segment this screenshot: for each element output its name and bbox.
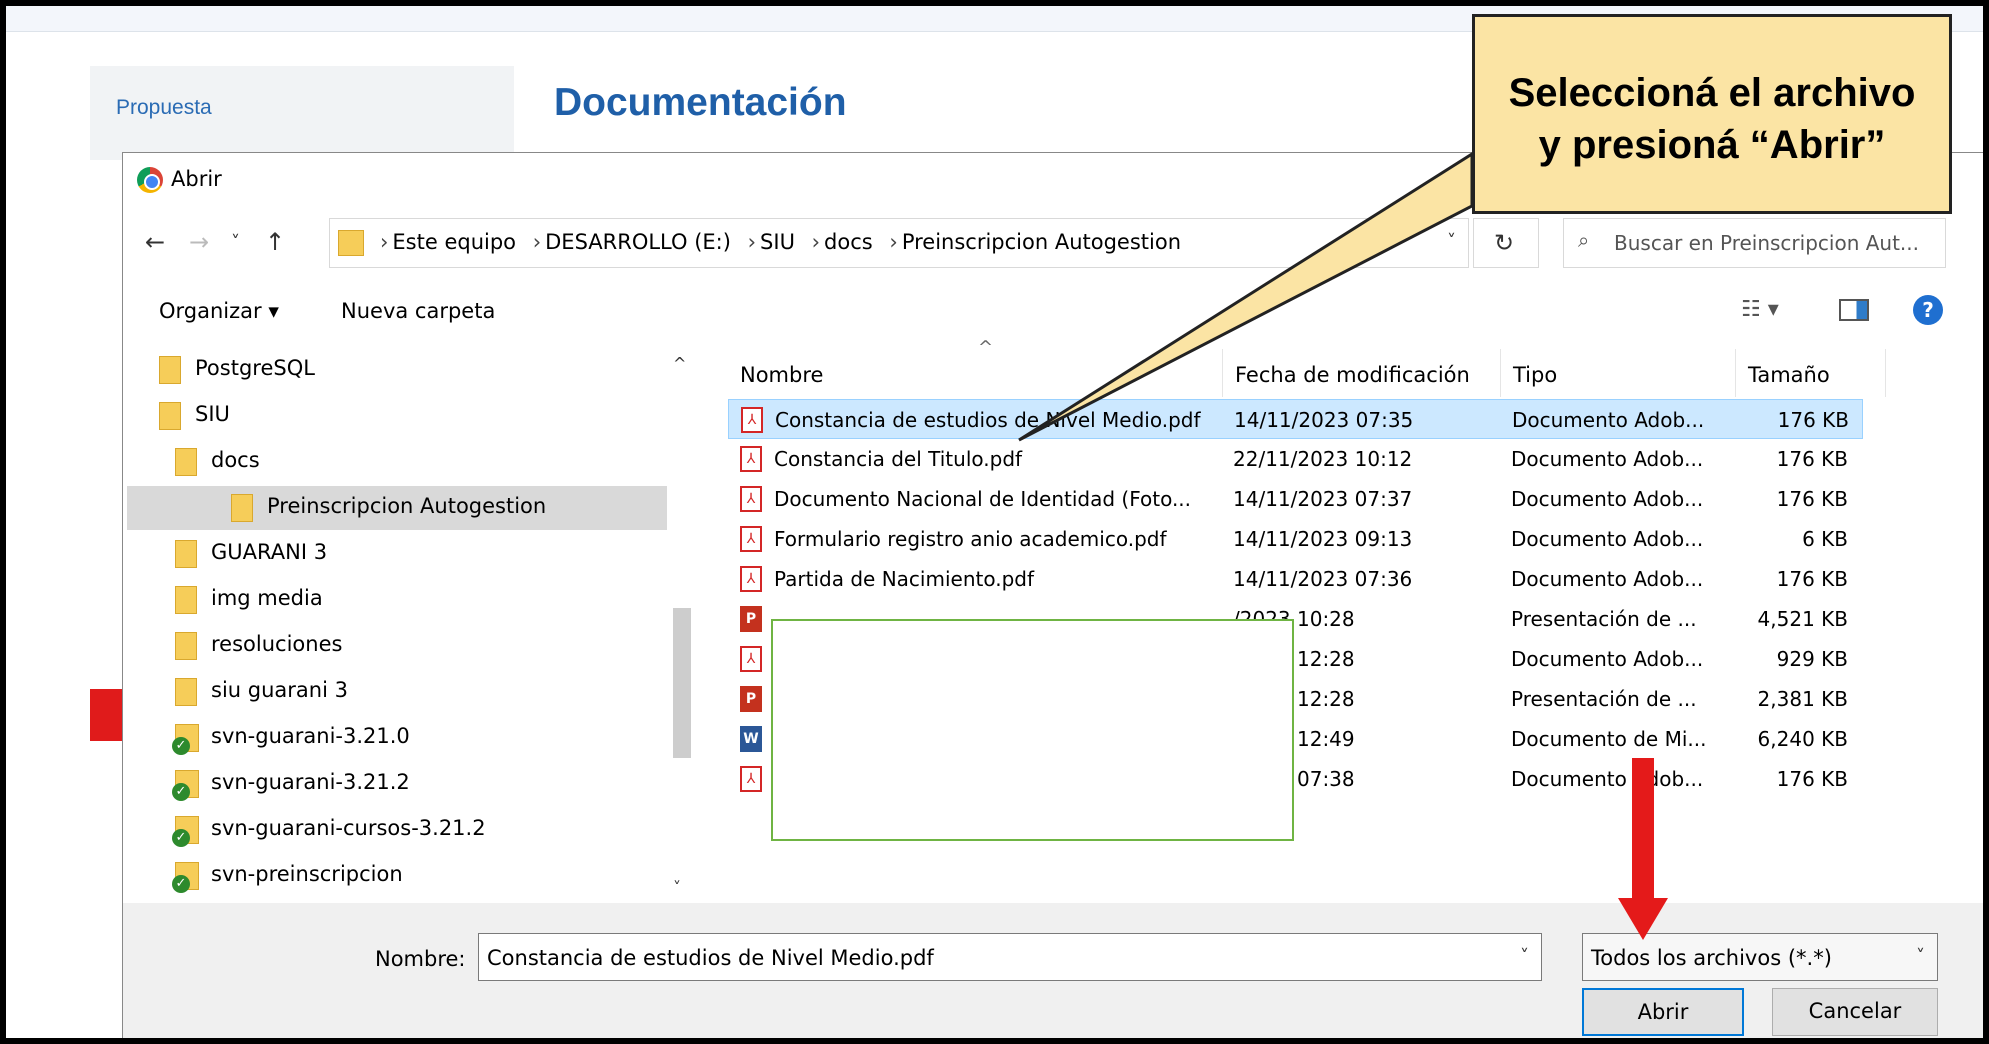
- pdf-icon: ⅄: [741, 407, 763, 433]
- column-header-tipo[interactable]: Tipo: [1501, 349, 1736, 397]
- breadcrumb-desarrollo[interactable]: DESARROLLO (E:): [545, 230, 731, 254]
- search-icon: ⌕: [1578, 228, 1590, 252]
- navigation-row: ← → ˅ ↑ › Este equipo › DESARROLLO (E:) › S…: [123, 218, 1983, 268]
- screenshot-frame: Propuesta Documentación Abrir × ← → ˅ ↑ …: [0, 0, 1989, 1044]
- tree-item-resoluciones[interactable]: resoluciones: [175, 624, 655, 668]
- refresh-button[interactable]: ↻: [1473, 218, 1539, 268]
- folder-icon: [338, 230, 364, 256]
- folder-icon: [175, 448, 197, 476]
- filename-label: Nombre:: [375, 947, 466, 971]
- svn-folder-icon: [172, 862, 199, 893]
- filename-input[interactable]: Constancia de estudios de Nivel Medio.pd…: [478, 933, 1542, 981]
- breadcrumb-docs[interactable]: docs: [824, 230, 873, 254]
- tree-item-svn-guarani-3-21-0[interactable]: svn-guarani-3.21.0: [172, 716, 655, 760]
- tree-item-svn-preinscripcion[interactable]: svn-preinscripcion: [172, 854, 655, 898]
- tree-scrollbar[interactable]: ^ ˅: [667, 348, 697, 903]
- background-red-marker: [90, 689, 122, 741]
- dialog-toolbar: Organizar ▾ Nueva carpeta ☷ ▾ ?: [123, 293, 1983, 333]
- folder-icon: [175, 632, 197, 660]
- folder-icon: [159, 356, 181, 384]
- scrollbar-thumb[interactable]: [673, 608, 691, 758]
- folder-icon: [175, 678, 197, 706]
- view-options-icon[interactable]: ☷ ▾: [1741, 297, 1779, 322]
- powerpoint-icon: P: [740, 686, 762, 712]
- new-folder-button[interactable]: Nueva carpeta: [341, 299, 495, 323]
- folder-icon: [175, 586, 197, 614]
- open-file-dialog: Abrir × ← → ˅ ↑ ›Este equipo ›DESARROLLO…: [122, 152, 1983, 1038]
- tree-item-preinscripcion-autogestion[interactable]: Preinscripcion Autogestion: [127, 486, 667, 530]
- search-placeholder: Buscar en Preinscripcion Aut...: [1614, 231, 1919, 255]
- powerpoint-icon: P: [740, 606, 762, 632]
- folder-icon: [159, 402, 181, 430]
- red-arrow-shaft: [1632, 758, 1654, 901]
- filetype-dropdown-icon[interactable]: ˅: [1916, 946, 1925, 967]
- pdf-icon: ⅄: [740, 646, 762, 672]
- callout-line-2: y presioná “Abrir”: [1538, 123, 1886, 167]
- cancel-button[interactable]: Cancelar: [1772, 988, 1938, 1036]
- search-input[interactable]: ⌕ Buscar en Preinscripcion Aut...: [1563, 218, 1946, 268]
- column-header-fecha[interactable]: Fecha de modificación: [1223, 349, 1501, 397]
- tree-item-svn-guarani-3-21-2[interactable]: svn-guarani-3.21.2: [172, 762, 655, 806]
- dialog-title: Abrir: [171, 167, 222, 191]
- breadcrumb-este-equipo[interactable]: Este equipo: [392, 230, 516, 254]
- tree-item-siu[interactable]: SIU: [159, 394, 659, 438]
- svn-folder-icon: [172, 816, 199, 847]
- svn-folder-icon: [172, 724, 199, 755]
- pdf-icon: ⅄: [740, 486, 762, 512]
- open-button[interactable]: Abrir: [1582, 988, 1744, 1036]
- recent-locations-chevron-icon[interactable]: ˅: [231, 232, 240, 253]
- tree-item-guarani-3[interactable]: GUARANI 3: [175, 532, 655, 576]
- instruction-callout: Seleccioná el archivo y presioná “Abrir”: [1472, 14, 1952, 214]
- pdf-icon: ⅄: [740, 566, 762, 592]
- folder-icon: [231, 494, 253, 522]
- redaction-box: [771, 619, 1294, 841]
- column-header-tamano[interactable]: Tamaño: [1736, 349, 1886, 397]
- refresh-icon: ↻: [1494, 229, 1515, 257]
- dialog-footer: Nombre: Constancia de estudios de Nivel …: [123, 903, 1983, 1038]
- breadcrumb-preinscripcion[interactable]: Preinscripcion Autogestion: [902, 230, 1181, 254]
- tree-item-img-media[interactable]: img media: [175, 578, 655, 622]
- word-icon: W: [740, 726, 762, 752]
- scroll-down-icon[interactable]: ˅: [673, 878, 681, 897]
- filetype-select[interactable]: Todos los archivos (*.*) ˅: [1582, 933, 1938, 981]
- sort-chevron-icon: ^: [978, 337, 994, 358]
- file-row[interactable]: ⅄ Formulario registro anio academico.pdf…: [728, 519, 1863, 559]
- file-row[interactable]: ⅄ Constancia de estudios de Nivel Medio.…: [728, 399, 1863, 439]
- svn-folder-icon: [172, 770, 199, 801]
- chrome-icon: [137, 167, 163, 193]
- background-sidebar-link-propuesta[interactable]: Propuesta: [116, 96, 212, 120]
- pdf-icon: ⅄: [740, 526, 762, 552]
- scroll-up-icon[interactable]: ^: [673, 354, 686, 373]
- address-bar[interactable]: › Este equipo › DESARROLLO (E:) › SIU › docs…: [329, 218, 1469, 268]
- navigation-tree: PostgreSQL SIU docs Preinscripcion Autog…: [123, 348, 698, 903]
- organize-menu-button[interactable]: Organizar ▾: [159, 299, 279, 323]
- filename-dropdown-icon[interactable]: ˅: [1520, 946, 1529, 967]
- callout-line-1: Seleccioná el archivo: [1508, 71, 1916, 115]
- forward-arrow-icon[interactable]: →: [189, 228, 209, 256]
- file-row[interactable]: ⅄ Partida de Nacimiento.pdf 14/11/2023 0…: [728, 559, 1863, 599]
- breadcrumb: › Este equipo › DESARROLLO (E:) › SIU › docs…: [380, 230, 1182, 254]
- file-row[interactable]: ⅄ Constancia del Titulo.pdf 22/11/2023 1…: [728, 439, 1863, 479]
- back-arrow-icon[interactable]: ←: [145, 228, 165, 256]
- tree-item-docs[interactable]: docs: [175, 440, 655, 484]
- filename-value: Constancia de estudios de Nivel Medio.pd…: [487, 946, 934, 970]
- pdf-icon: ⅄: [740, 766, 762, 792]
- help-icon[interactable]: ?: [1913, 295, 1943, 325]
- pdf-icon: ⅄: [740, 446, 762, 472]
- background-page-title: Documentación: [554, 81, 847, 124]
- column-header-nombre[interactable]: ^ Nombre: [728, 337, 1223, 397]
- address-dropdown-icon[interactable]: ˅: [1447, 231, 1456, 252]
- tree-item-svn-guarani-cursos[interactable]: svn-guarani-cursos-3.21.2: [172, 808, 655, 852]
- red-arrow-icon: [1618, 898, 1668, 940]
- breadcrumb-siu[interactable]: SIU: [760, 230, 795, 254]
- filetype-value: Todos los archivos (*.*): [1591, 946, 1832, 970]
- tree-item-postgresql[interactable]: PostgreSQL: [159, 348, 659, 392]
- callout-text: Seleccioná el archivo y presioná “Abrir”: [1475, 67, 1949, 171]
- file-row[interactable]: ⅄ Documento Nacional de Identidad (Foto.…: [728, 479, 1863, 519]
- up-arrow-icon[interactable]: ↑: [265, 228, 285, 256]
- folder-icon: [175, 540, 197, 568]
- preview-pane-icon[interactable]: [1839, 299, 1869, 321]
- tree-item-siu-guarani-3[interactable]: siu guarani 3: [175, 670, 655, 714]
